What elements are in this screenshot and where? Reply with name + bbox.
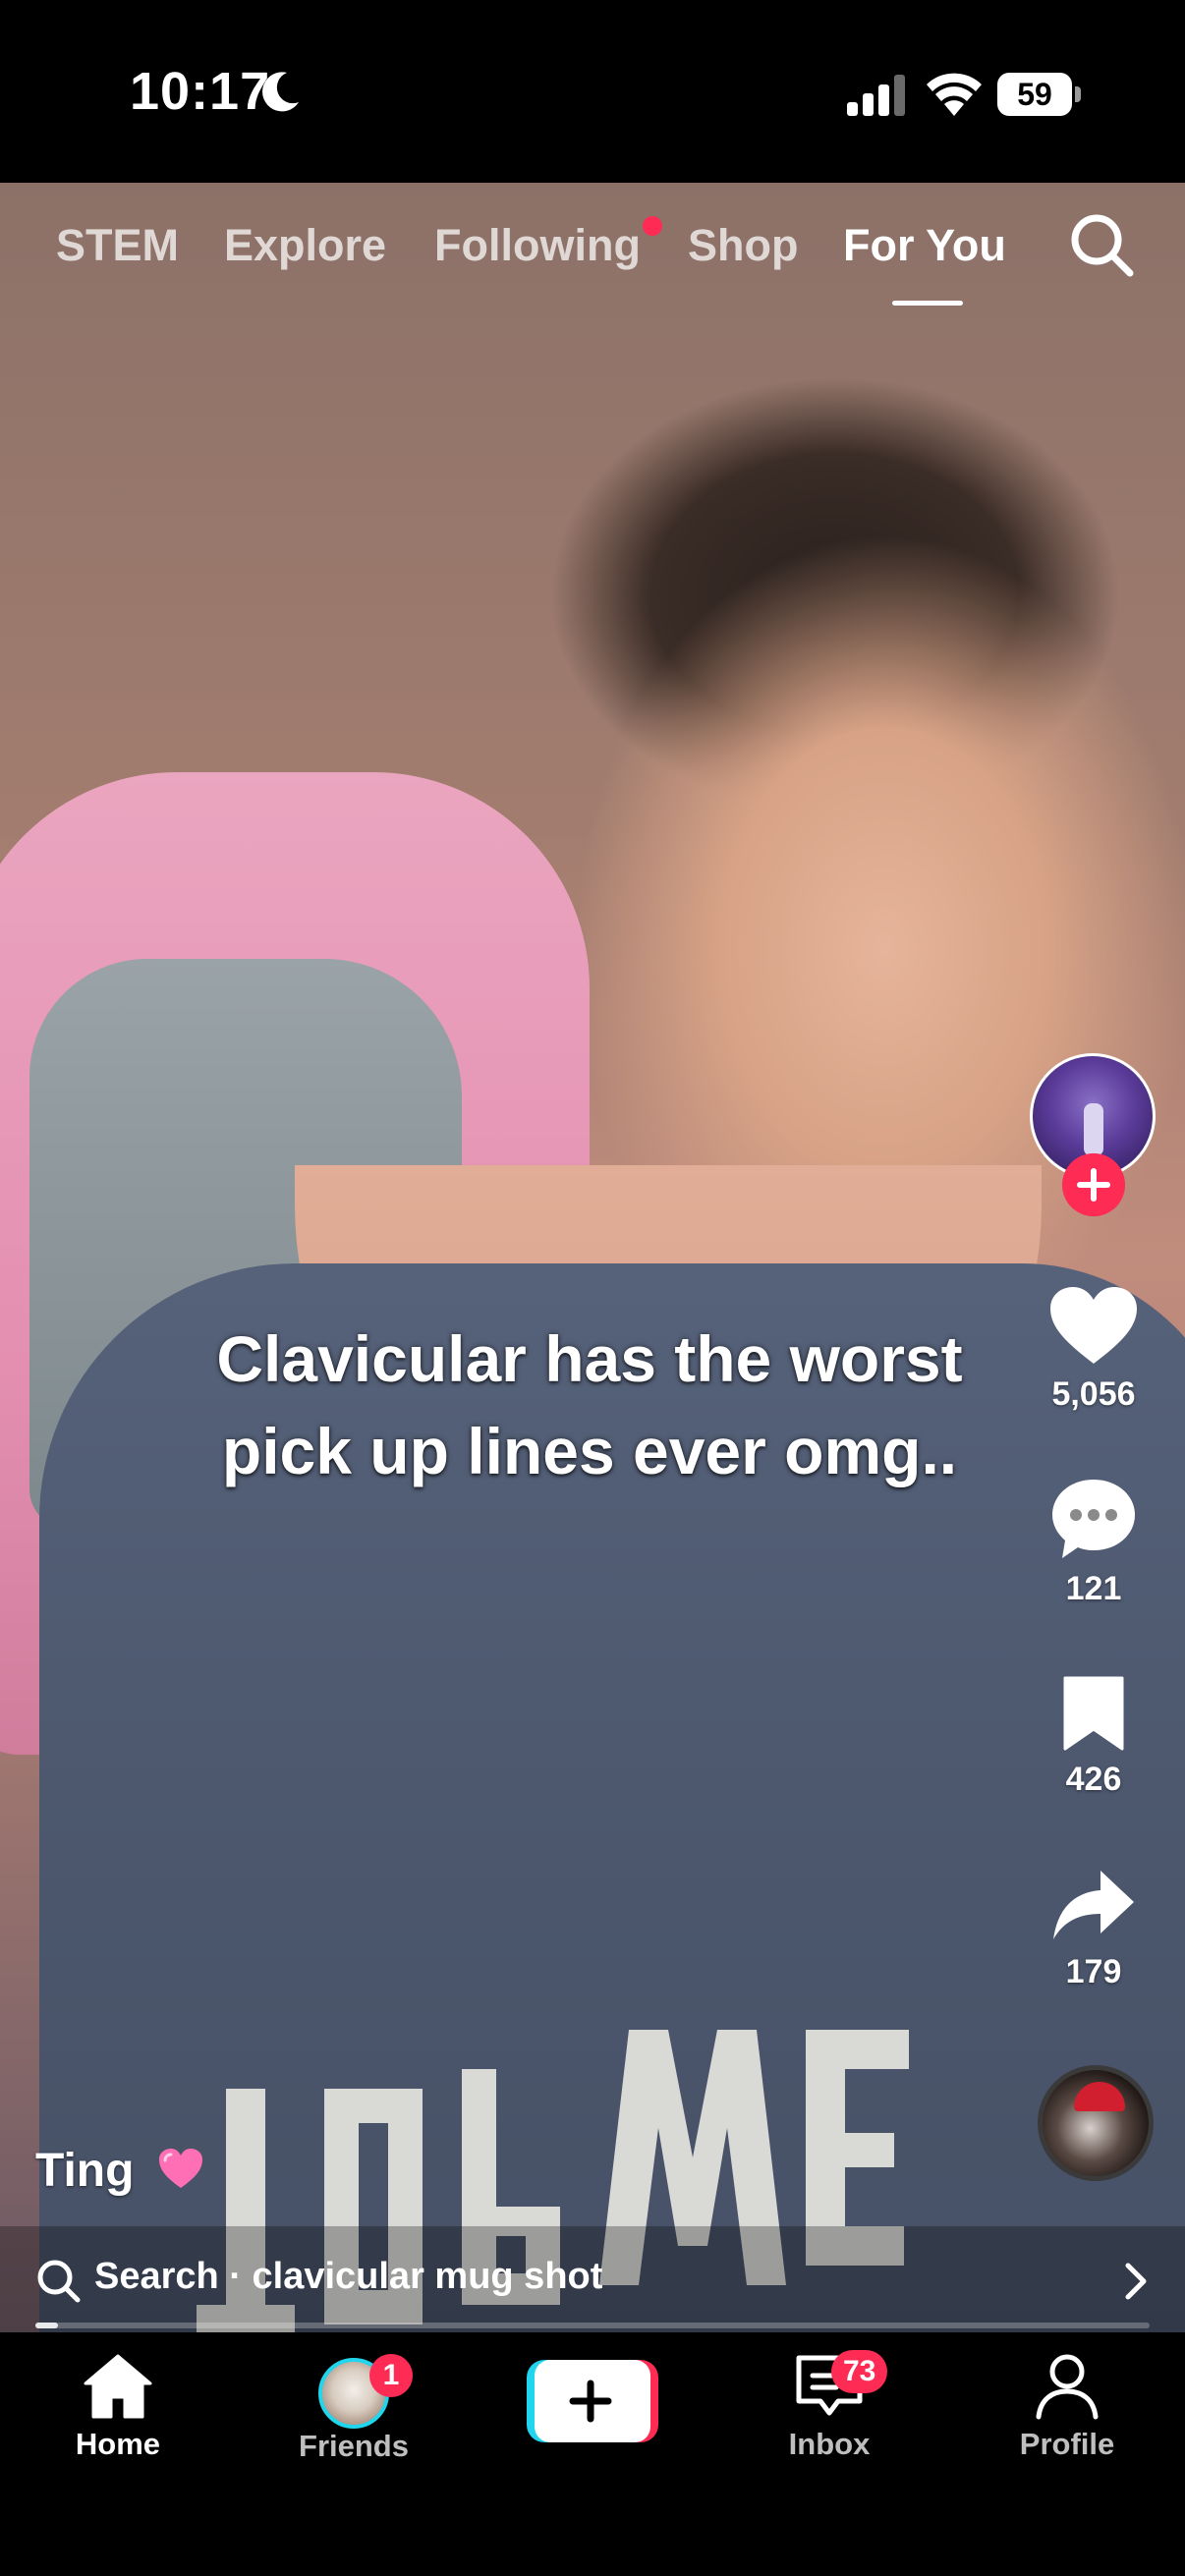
video-progress-bar[interactable] — [35, 2323, 1150, 2328]
status-time: 10:17 — [130, 62, 271, 121]
cellular-signal-icon — [847, 75, 905, 116]
chevron-right-icon — [1125, 2263, 1147, 2300]
video-caption: Clavicular has the worst pick up lines e… — [216, 1322, 963, 1487]
nav-profile[interactable]: Profile — [959, 2352, 1175, 2462]
create-button[interactable] — [527, 2360, 658, 2442]
comment-icon — [1052, 1480, 1135, 1558]
nav-inbox[interactable]: Inbox 73 — [721, 2350, 937, 2462]
bookmark-icon — [1063, 1676, 1124, 1751]
battery-level: 59 — [1017, 77, 1052, 112]
nav-home[interactable]: Home — [10, 2352, 226, 2462]
comment-count: 121 — [1065, 1570, 1122, 1607]
save-count: 426 — [1065, 1761, 1122, 1798]
creator-username-text: Ting — [35, 2145, 135, 2197]
video-player[interactable] — [0, 183, 1185, 2332]
share-arrow-icon — [1053, 1871, 1134, 1939]
share-count: 179 — [1065, 1953, 1122, 1990]
wifi-icon — [927, 73, 982, 116]
tab-following[interactable]: Following — [434, 220, 641, 271]
save-button[interactable]: 426 — [1022, 1676, 1165, 1799]
bottom-nav: Home Friends 1 Inbox 73 Profile — [0, 2332, 1185, 2576]
pink-heart-emoji — [158, 2149, 202, 2188]
plus-icon — [569, 2380, 612, 2423]
tab-stem[interactable]: STEM — [56, 220, 179, 271]
comment-button[interactable]: 121 — [1022, 1478, 1165, 1608]
heart-icon — [1050, 1287, 1137, 1364]
status-bar: 10:17 59 — [0, 0, 1185, 183]
profile-icon — [1036, 2354, 1099, 2420]
video-progress-fill — [35, 2323, 58, 2328]
nav-friends[interactable]: Friends 1 — [246, 2352, 462, 2464]
active-tab-indicator — [892, 301, 963, 306]
nav-friends-label: Friends — [299, 2429, 409, 2463]
search-suggestion-bar[interactable]: Search · clavicular mug shot — [0, 2226, 1185, 2332]
moon-icon — [262, 72, 299, 112]
inbox-badge: 73 — [831, 2350, 888, 2393]
search-icon[interactable] — [1067, 210, 1136, 279]
search-icon — [37, 2260, 81, 2303]
creator-username[interactable]: Ting — [35, 2144, 204, 2198]
battery-icon: 59 — [997, 73, 1082, 116]
following-new-dot — [643, 216, 662, 236]
follow-plus-icon[interactable] — [1062, 1153, 1125, 1216]
like-count: 5,056 — [1051, 1375, 1136, 1413]
like-button[interactable]: 5,056 — [1022, 1285, 1165, 1414]
nav-profile-label: Profile — [1019, 2427, 1115, 2461]
tab-explore[interactable]: Explore — [224, 220, 386, 271]
share-button[interactable]: 179 — [1022, 1869, 1165, 1991]
search-suggestion-text: Search · clavicular mug shot — [94, 2256, 603, 2297]
tab-for-you[interactable]: For You — [843, 220, 1006, 271]
music-disc[interactable] — [1038, 2065, 1154, 2181]
tab-shop[interactable]: Shop — [688, 220, 798, 271]
feed-tabs: STEM Explore Following Shop For You — [0, 210, 1185, 318]
nav-home-label: Home — [75, 2427, 161, 2461]
home-icon — [84, 2354, 152, 2419]
friends-badge: 1 — [369, 2354, 413, 2397]
nav-inbox-label: Inbox — [788, 2427, 871, 2461]
